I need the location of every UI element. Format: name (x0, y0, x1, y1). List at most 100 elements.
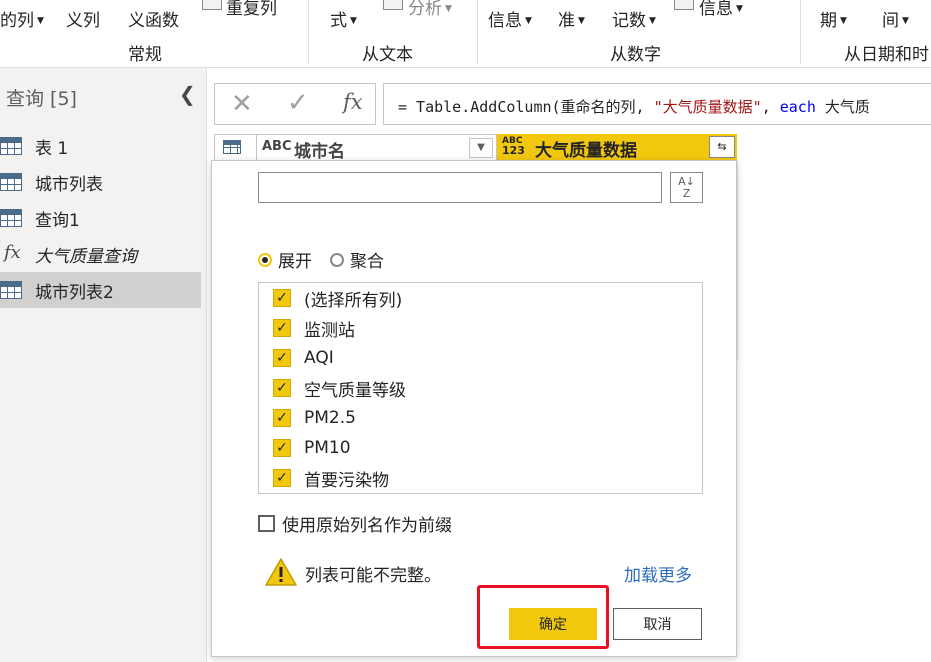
column-option-label: 监测站 (304, 320, 355, 341)
formula-input[interactable]: = Table.AddColumn(重命名的列, "大气质量数据", each … (383, 83, 931, 125)
query-item[interactable]: 城市列表 (0, 164, 201, 200)
ribbon-divider (477, 0, 478, 64)
group-from-datetime-label: 从日期和时 (844, 45, 929, 65)
checkbox-checked-icon[interactable]: ✓ (273, 409, 291, 427)
filter-dropdown-icon[interactable]: ▼ (469, 138, 493, 158)
chevron-down-icon: ▼ (350, 16, 357, 26)
column-header-air-quality[interactable]: ABC 123 大气质量数据 ⇆ (497, 134, 737, 161)
parse-icon (383, 0, 403, 10)
table-icon (0, 281, 22, 299)
text-type-icon: ABC (262, 139, 292, 154)
column-option-label: PM2.5 (304, 408, 356, 428)
aggregate-radio-label[interactable]: 聚合 (350, 247, 384, 272)
checkbox-checked-icon[interactable]: ✓ (273, 349, 291, 367)
checkbox-checked-icon[interactable]: ✓ (273, 379, 291, 397)
query-item[interactable]: 表 1 (0, 128, 201, 164)
date-button[interactable]: 期 ▼ (820, 6, 847, 31)
column-search-input[interactable] (258, 172, 662, 203)
query-item[interactable]: fx 大气质量查询 (0, 236, 201, 272)
time-button[interactable]: 间 ▼ (882, 6, 909, 31)
aggregate-radio[interactable] (330, 252, 344, 267)
checkbox-checked-icon[interactable]: ✓ (273, 439, 291, 457)
column-option[interactable]: ✓ PM10 (273, 436, 351, 460)
chevron-down-icon: ▼ (525, 16, 532, 26)
query-label: 城市列表 (35, 174, 103, 195)
parse-label: 分析 (408, 0, 442, 19)
expand-radio-label[interactable]: 展开 (278, 247, 312, 272)
formula-rest: 大气质 (815, 98, 870, 116)
standard-button[interactable]: 准 ▼ (558, 6, 585, 31)
column-option[interactable]: ✓ (选择所有列) (273, 286, 403, 311)
table-icon (0, 209, 22, 227)
statistics-button[interactable]: 信息 ▼ (488, 6, 532, 31)
query-label: 大气质量查询 (35, 246, 137, 267)
cancel-button[interactable]: 取消 (613, 608, 702, 640)
warning-text: 列表可能不完整。 (305, 566, 441, 586)
queries-title: 查询 [5] (6, 88, 77, 110)
column-option-label: AQI (304, 348, 334, 368)
chevron-down-icon: ▼ (840, 16, 847, 26)
custom-column-label: 的列 (0, 11, 34, 31)
table-icon (223, 140, 241, 154)
sort-az-button[interactable]: A↓ Z (670, 172, 703, 203)
query-item-selected[interactable]: 城市列表2 (0, 272, 201, 308)
chevron-down-icon: ▼ (578, 16, 585, 26)
ribbon-divider (800, 0, 801, 64)
cancel-formula-icon[interactable]: ✕ (231, 89, 253, 119)
column-option[interactable]: ✓ PM2.5 (273, 406, 356, 430)
scientific-label: 记数 (612, 11, 646, 31)
duplicate-column-icon (202, 0, 222, 10)
parse-button[interactable]: 分析 ▼ (408, 0, 452, 19)
formula-keyword: each (779, 98, 816, 116)
expand-column-popup: A↓ Z 展开 聚合 ✓ (选择所有列) ✓ 监测站 ✓ AQI ✓ 空气质量等级… (211, 160, 737, 657)
chevron-down-icon: ▼ (649, 16, 656, 26)
insert-function-icon[interactable]: fx (343, 90, 363, 114)
checkbox-checked-icon[interactable]: ✓ (273, 289, 291, 307)
expand-column-icon[interactable]: ⇆ (709, 136, 735, 158)
column-option-label: PM10 (304, 438, 351, 458)
formula-prefix: = Table.AddColumn(重命名的列, (398, 98, 654, 116)
query-label: 城市列表2 (35, 282, 114, 303)
query-item[interactable]: 查询1 (0, 200, 201, 236)
load-more-link[interactable]: 加载更多 (624, 561, 692, 586)
group-from-number-label: 从数字 (610, 45, 661, 65)
expand-radio[interactable] (258, 252, 272, 267)
use-prefix-option[interactable]: 使用原始列名作为前缀 (258, 511, 452, 536)
column-name: 大气质量数据 (535, 141, 637, 161)
formula-string: "大气质量数据" (653, 98, 762, 116)
ok-button[interactable]: 确定 (509, 608, 597, 640)
format-button[interactable]: 式 ▼ (330, 6, 357, 31)
collapse-pane-icon[interactable]: ❮ (179, 82, 196, 106)
information-label: 信息 (699, 0, 733, 19)
column-option[interactable]: ✓ 监测站 (273, 316, 355, 341)
column-checklist: ✓ (选择所有列) ✓ 监测站 ✓ AQI ✓ 空气质量等级 ✓ PM2.5 ✓… (258, 282, 703, 494)
standard-label: 准 (558, 11, 575, 31)
column-option[interactable]: ✓ 空气质量等级 (273, 376, 406, 401)
information-icon (674, 0, 694, 10)
column-option[interactable]: ✓ 首要污染物 (273, 466, 389, 491)
duplicate-column-button[interactable]: 重复列 (226, 0, 277, 19)
sort-z-label: Z (682, 187, 691, 200)
column-option-label: (选择所有列) (304, 290, 403, 311)
column-option[interactable]: ✓ AQI (273, 346, 334, 370)
mode-radio-group: 展开 聚合 (258, 247, 402, 272)
custom-function-button[interactable]: 义函数 (128, 6, 179, 31)
checkbox-checked-icon[interactable]: ✓ (273, 319, 291, 337)
column-name: 城市名 (294, 142, 345, 162)
any-type-icon: ABC 123 (502, 136, 525, 157)
chevron-down-icon: ▼ (902, 16, 909, 26)
group-from-text-label: 从文本 (362, 45, 413, 65)
format-label: 式 (330, 11, 347, 31)
commit-formula-icon[interactable]: ✓ (287, 88, 309, 118)
checkbox-unchecked-icon[interactable] (258, 515, 275, 532)
column-option-label: 首要污染物 (304, 470, 389, 491)
column-header-city[interactable]: ABC 城市名 ▼ (257, 134, 497, 162)
custom-column-2-button[interactable]: 义列 (66, 6, 100, 31)
information-button[interactable]: 信息 ▼ (699, 0, 743, 19)
table-menu-button[interactable] (214, 134, 257, 161)
query-label: 查询1 (35, 210, 80, 231)
scientific-button[interactable]: 记数 ▼ (612, 6, 656, 31)
checkbox-checked-icon[interactable]: ✓ (273, 469, 291, 487)
function-icon: fx (4, 242, 21, 263)
custom-column-button[interactable]: 的列 ▼ (0, 6, 44, 31)
